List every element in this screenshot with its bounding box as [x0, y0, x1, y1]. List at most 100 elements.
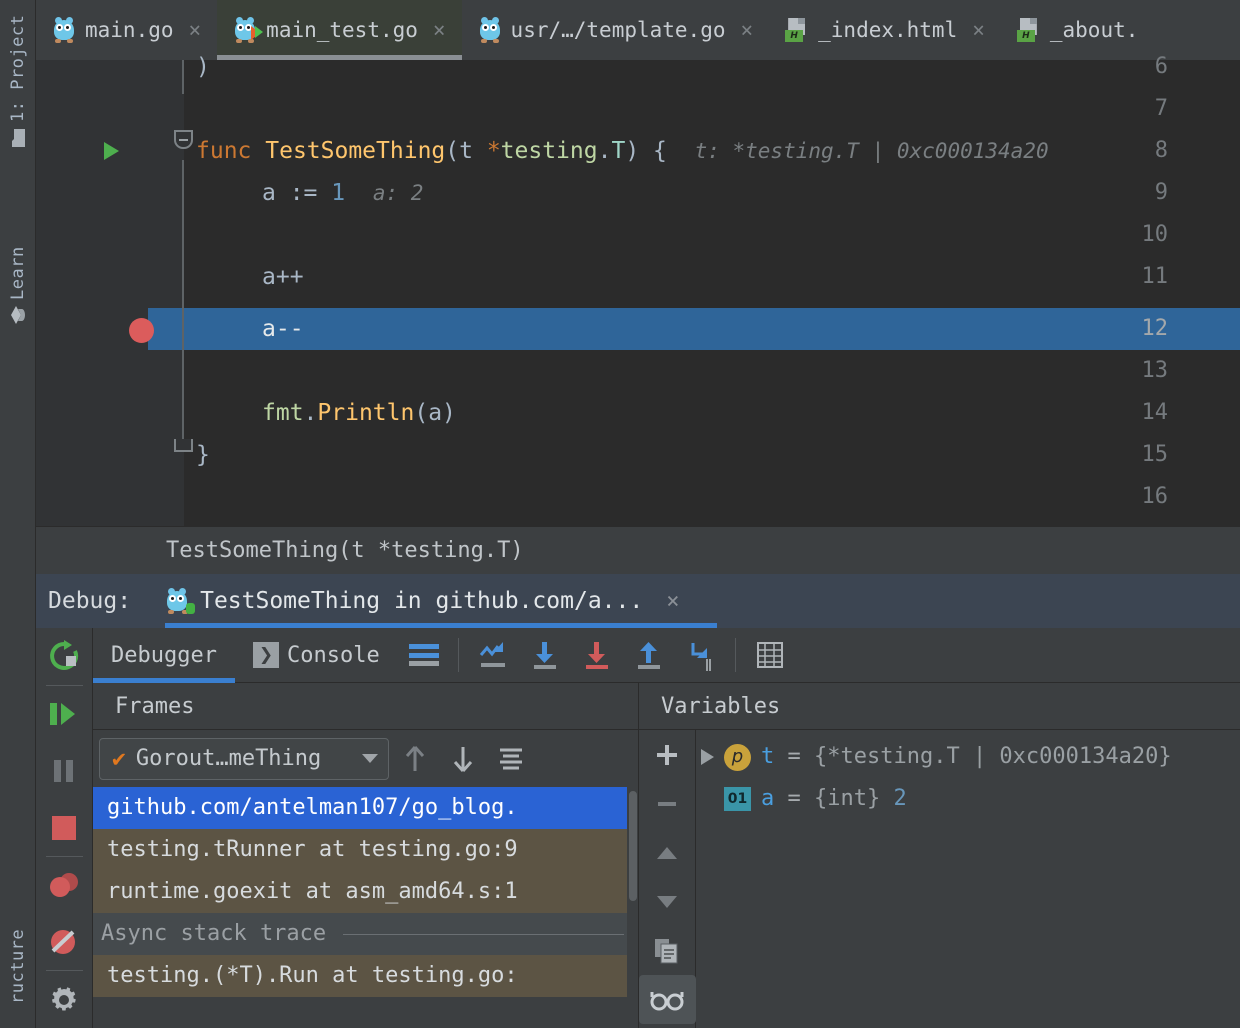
debug-panels: Frames ✔ Gorout…meThing — [93, 683, 1240, 1028]
check-icon: ✔ — [112, 746, 126, 772]
add-watch-icon[interactable] — [639, 730, 696, 779]
editor-gutter[interactable] — [36, 60, 148, 526]
close-icon[interactable]: × — [189, 18, 202, 42]
html-file-icon: H — [1017, 18, 1041, 42]
editor-breadcrumb-bar: TestSomeThing(t *testing.T) — [36, 526, 1240, 574]
package-ref: fmt — [262, 400, 304, 426]
code-line-9: a := 1 a: 2 — [262, 172, 1240, 214]
html-file-icon: H — [785, 18, 809, 42]
variable-name: a — [761, 778, 774, 820]
debug-label: Debug: — [48, 588, 131, 614]
layout-settings-icon[interactable] — [398, 628, 450, 683]
line-number: 10 — [1118, 214, 1168, 256]
variables-panel: Variables — [639, 683, 1240, 1028]
frames-scrollbar[interactable] — [627, 787, 638, 1028]
frames-controls: ✔ Gorout…meThing — [93, 730, 638, 787]
variables-list[interactable]: p t = {*testing.T | 0xc000134a20} 01 a =… — [697, 730, 1240, 1028]
tool-window-button-structure[interactable]: ructure — [0, 905, 36, 1028]
frames-list[interactable]: github.com/antelman107/go_blog. testing.… — [93, 787, 638, 1028]
copy-value-icon[interactable] — [639, 926, 696, 975]
variable-name: t — [761, 736, 774, 778]
variable-row-t[interactable]: p t = {*testing.T | 0xc000134a20} — [697, 736, 1240, 778]
dot: . — [304, 400, 318, 426]
view-breakpoints-button[interactable] — [36, 857, 93, 914]
breakpoint-icon[interactable] — [129, 318, 154, 343]
watches-icon[interactable] — [639, 975, 696, 1024]
variable-value: 2 — [893, 778, 906, 820]
inline-debug-hint: t: *testing.T | 0xc000134a20 — [695, 139, 1049, 163]
editor-tab-label: _about. — [1050, 18, 1139, 42]
remove-watch-icon[interactable] — [639, 779, 696, 828]
frame-row[interactable]: testing.tRunner at testing.go:9 — [93, 829, 638, 871]
chevron-down-icon[interactable] — [362, 754, 378, 763]
step-over-icon[interactable] — [519, 628, 571, 683]
fold-end-icon[interactable] — [174, 439, 193, 452]
evaluate-expression-icon[interactable] — [744, 628, 796, 683]
move-down-icon[interactable] — [639, 877, 696, 926]
move-up-icon[interactable] — [639, 828, 696, 877]
keyword-func: func — [196, 138, 251, 164]
run-test-gutter-icon[interactable] — [104, 142, 119, 160]
frame-row[interactable]: testing.(*T).Run at testing.go: — [93, 955, 638, 997]
move-down-icon[interactable] — [441, 737, 485, 781]
async-stack-trace-label: Async stack trace — [101, 921, 326, 946]
mute-breakpoints-button[interactable] — [36, 914, 93, 971]
step-out-icon[interactable] — [623, 628, 675, 683]
frame-row[interactable]: github.com/antelman107/go_blog. — [93, 787, 638, 829]
variable-type: {*testing.T | 0xc000134a20} — [814, 736, 1172, 778]
close-icon[interactable]: × — [972, 18, 985, 42]
debug-tool-window-header: Debug: TestSomeThing in github.com/a... … — [36, 574, 1240, 628]
debugger-toolbar: Debugger ❯ Console — [93, 628, 1240, 683]
function-name: TestSomeThing — [265, 138, 445, 164]
chevron-right-icon[interactable] — [701, 749, 714, 765]
number-literal: 1 — [331, 180, 345, 206]
variables-panel-title: Variables — [639, 683, 1240, 730]
show-execution-point-icon[interactable] — [467, 628, 519, 683]
pause-program-button[interactable] — [36, 742, 93, 799]
variable-equals: = — [774, 778, 814, 820]
tab-debugger[interactable]: Debugger — [93, 628, 235, 683]
package-ref: testing — [501, 138, 598, 164]
debug-session-title: TestSomeThing in github.com/a... — [200, 588, 643, 614]
tab-console-label: Console — [287, 643, 380, 668]
assignment: a := — [262, 180, 331, 206]
tool-window-label-project: 1: Project — [8, 15, 28, 122]
statement: a++ — [262, 264, 304, 290]
code-line-11: a++ — [262, 256, 1240, 298]
statement: a-- — [262, 316, 304, 342]
thread-selector[interactable]: ✔ Gorout…meThing — [99, 738, 389, 780]
param-open: (t — [445, 138, 487, 164]
brace-open: ) { — [625, 138, 667, 164]
variables-controls — [639, 730, 696, 1028]
editor-tab-main-go[interactable]: main.go × — [36, 0, 217, 60]
line-number: 13 — [1118, 350, 1168, 392]
settings-button[interactable] — [36, 971, 93, 1028]
variable-row-a[interactable]: 01 a = {int} 2 — [697, 778, 1240, 820]
debug-session-tab[interactable]: TestSomeThing in github.com/a... × — [165, 574, 687, 628]
tool-window-button-learn[interactable]: Learn — [0, 225, 36, 345]
filter-frames-icon[interactable] — [489, 737, 533, 781]
tool-window-button-project[interactable]: 1: Project — [0, 6, 36, 156]
code-editor[interactable]: 6 7 8 9 10 11 12 13 14 15 16 ) func Test… — [36, 60, 1240, 526]
breadcrumb[interactable]: TestSomeThing(t *testing.T) — [166, 527, 524, 575]
force-step-into-icon[interactable] — [675, 628, 727, 683]
close-icon[interactable]: × — [740, 18, 753, 42]
frame-row[interactable]: runtime.goexit at asm_amd64.s:1 — [93, 871, 638, 913]
rerun-button[interactable] — [36, 628, 93, 685]
ide-window: 1: Project Learn ructure main.go × — [0, 0, 1240, 1028]
async-stack-trace-separator: Async stack trace — [93, 913, 638, 955]
stop-button[interactable] — [36, 799, 93, 856]
parameter-badge-icon: p — [724, 744, 751, 771]
move-up-icon[interactable] — [393, 737, 437, 781]
editor-tab-label: _index.html — [818, 18, 957, 42]
fold-guide-line — [182, 160, 184, 452]
variable-type: {int} — [814, 778, 880, 820]
inline-debug-hint: a: 2 — [373, 181, 424, 205]
close-icon[interactable]: × — [666, 589, 679, 614]
fold-collapse-icon[interactable] — [174, 130, 193, 149]
go-file-icon — [478, 17, 502, 43]
step-into-icon[interactable] — [571, 628, 623, 683]
tab-console[interactable]: ❯ Console — [235, 628, 398, 683]
resume-program-button[interactable] — [36, 686, 93, 743]
close-icon[interactable]: × — [433, 18, 446, 42]
